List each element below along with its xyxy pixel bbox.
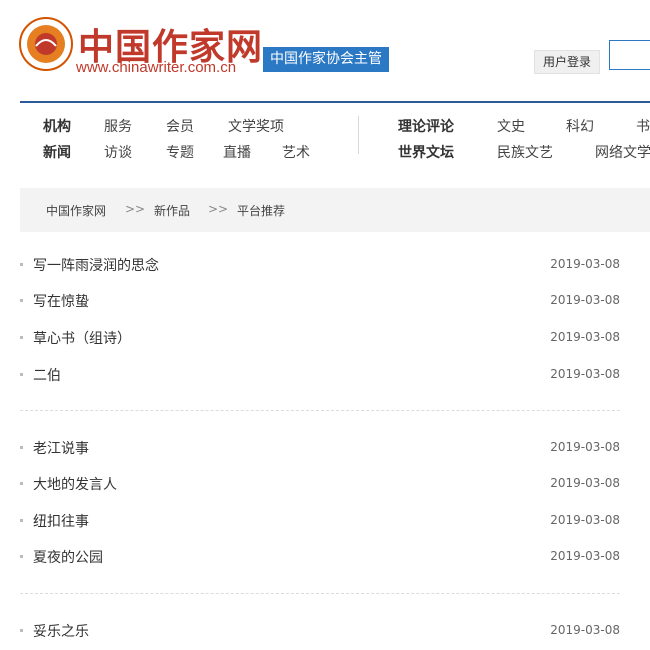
article-title[interactable]: 老江说事	[33, 438, 89, 458]
breadcrumb-separator: >>	[208, 202, 229, 216]
list-item[interactable]: 夏夜的公园 2019-03-08	[20, 545, 620, 569]
bullet-icon	[20, 446, 23, 449]
article-date: 2019-03-08	[550, 513, 620, 527]
breadcrumb-home[interactable]: 中国作家网	[46, 202, 106, 219]
breadcrumb-platform-recommend: 平台推荐	[237, 204, 286, 218]
article-title[interactable]: 妥乐之乐	[33, 621, 89, 641]
user-login-button[interactable]: 用户登录	[534, 50, 601, 74]
supervisor-tag: 中国作家协会主管	[263, 47, 389, 72]
article-title[interactable]: 写一阵雨浸润的思念	[33, 255, 159, 275]
bullet-icon	[20, 299, 23, 302]
list-item[interactable]: 二伯 2019-03-08	[20, 363, 620, 387]
breadcrumb: 中国作家网 >> 新作品 >> 平台推荐	[20, 188, 650, 232]
logo-emblem-icon	[19, 17, 73, 71]
article-date: 2019-03-08	[550, 549, 620, 563]
nav-item-huiyuan[interactable]: 会员	[166, 116, 194, 136]
nav-item-kehuan[interactable]: 科幻	[566, 116, 594, 136]
nav-item-wenxue-jiangxiang[interactable]: 文学奖项	[228, 116, 284, 136]
nav-item-zhuanti[interactable]: 专题	[166, 142, 194, 162]
nav-item-shu[interactable]: 书	[636, 116, 650, 136]
group-divider	[20, 593, 620, 594]
bullet-icon	[20, 519, 23, 522]
nav-item-lilun-pinglun[interactable]: 理论评论	[398, 116, 454, 136]
bullet-icon	[20, 555, 23, 558]
nav-item-fuwu[interactable]: 服务	[104, 116, 132, 136]
article-date: 2019-03-08	[550, 330, 620, 344]
search-input[interactable]	[609, 40, 650, 70]
breadcrumb-separator: >>	[125, 202, 146, 216]
article-date: 2019-03-08	[550, 623, 620, 637]
bullet-icon	[20, 373, 23, 376]
nav-item-fangtan[interactable]: 访谈	[104, 142, 132, 162]
article-title[interactable]: 夏夜的公园	[33, 547, 103, 567]
list-item[interactable]: 妥乐之乐 2019-03-08	[20, 619, 620, 643]
article-date: 2019-03-08	[550, 293, 620, 307]
nav-item-zhibo[interactable]: 直播	[223, 142, 251, 162]
list-item[interactable]: 纽扣往事 2019-03-08	[20, 509, 620, 533]
article-title[interactable]: 写在惊蛰	[33, 291, 89, 311]
article-title[interactable]: 大地的发言人	[33, 474, 117, 494]
nav-item-yishu[interactable]: 艺术	[282, 142, 310, 162]
bullet-icon	[20, 482, 23, 485]
header-divider	[20, 101, 650, 103]
article-title[interactable]: 纽扣往事	[33, 511, 89, 531]
nav-item-wenshi[interactable]: 文史	[497, 116, 525, 136]
nav-item-xinwen[interactable]: 新闻	[43, 142, 71, 162]
article-date: 2019-03-08	[550, 257, 620, 271]
article-date: 2019-03-08	[550, 440, 620, 454]
list-item[interactable]: 草心书（组诗） 2019-03-08	[20, 326, 620, 350]
breadcrumb-new-works[interactable]: 新作品	[154, 202, 190, 219]
list-item[interactable]: 写一阵雨浸润的思念 2019-03-08	[20, 253, 620, 277]
bullet-icon	[20, 336, 23, 339]
nav-item-minzu-wenyi[interactable]: 民族文艺	[497, 142, 553, 162]
article-date: 2019-03-08	[550, 367, 620, 381]
article-title[interactable]: 二伯	[33, 365, 61, 385]
nav-item-shijie-wentan[interactable]: 世界文坛	[398, 142, 454, 162]
site-header: 中国作家网 www.chinawriter.com.cn 中国作家协会主管 用户…	[0, 0, 650, 100]
nav-divider	[358, 116, 359, 154]
bullet-icon	[20, 629, 23, 632]
nav-item-wangluo-wenxue[interactable]: 网络文学	[595, 142, 650, 162]
article-date: 2019-03-08	[550, 476, 620, 490]
logo-url: www.chinawriter.com.cn	[76, 59, 237, 76]
group-divider	[20, 410, 620, 411]
list-item[interactable]: 老江说事 2019-03-08	[20, 436, 620, 460]
nav-item-jigou[interactable]: 机构	[43, 116, 71, 136]
list-item[interactable]: 大地的发言人 2019-03-08	[20, 472, 620, 496]
bullet-icon	[20, 263, 23, 266]
list-item[interactable]: 写在惊蛰 2019-03-08	[20, 289, 620, 313]
article-title[interactable]: 草心书（组诗）	[33, 328, 131, 348]
site-logo[interactable]: 中国作家网 www.chinawriter.com.cn	[18, 14, 263, 80]
